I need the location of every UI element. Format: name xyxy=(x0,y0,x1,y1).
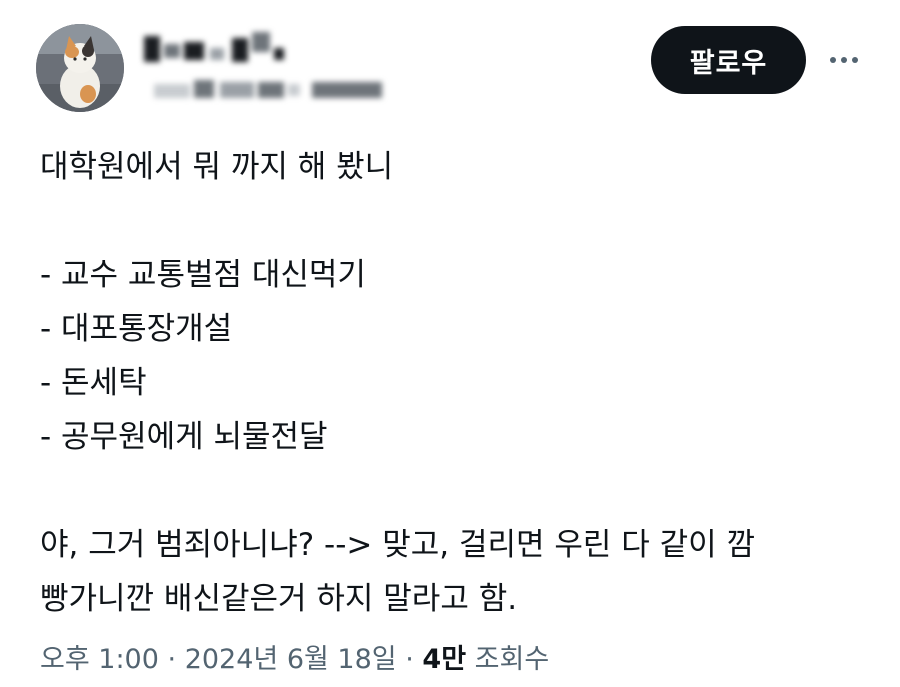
more-horizontal-icon[interactable] xyxy=(822,40,866,80)
meta-separator: · xyxy=(405,644,414,675)
author-handle-redacted xyxy=(140,78,390,100)
avatar[interactable] xyxy=(36,24,124,112)
views-label: 조회수 xyxy=(474,644,550,675)
author-name-redacted xyxy=(140,32,300,64)
follow-button[interactable]: 팔로우 xyxy=(651,26,806,94)
tweet-text: 대학원에서 뭐 까지 해 봤니 - 교수 교통벌점 대신먹기 - 대포통장개설 … xyxy=(40,140,870,626)
more-dot xyxy=(841,57,847,63)
tweet-date: 2024년 6월 18일 xyxy=(184,644,397,675)
tweet-line: 빵가니깐 배신같은거 하지 말라고 함. xyxy=(40,581,518,617)
tweet-line: - 돈세탁 xyxy=(40,365,147,401)
tweet-meta: 오후 1:00 · 2024년 6월 18일 · 4만 조회수 xyxy=(40,640,549,680)
timestamp-link[interactable]: 오후 1:00 · 2024년 6월 18일 xyxy=(40,644,397,675)
views-count: 4만 xyxy=(422,644,467,675)
meta-separator: · xyxy=(167,644,177,675)
more-dot xyxy=(852,57,858,63)
cat-avatar-image xyxy=(36,24,124,112)
author-identity[interactable] xyxy=(140,28,400,108)
tweet-line: 야, 그거 범죄아니냐? --> 맞고, 걸리면 우린 다 같이 깜 xyxy=(40,527,756,563)
tweet-line: - 교수 교통벌점 대신먹기 xyxy=(40,257,366,293)
tweet-line: - 대포통장개설 xyxy=(40,311,233,347)
more-dot xyxy=(830,57,836,63)
tweet-line: - 공무원에게 뇌물전달 xyxy=(40,419,328,455)
tweet-time: 오후 1:00 xyxy=(40,644,159,675)
tweet-card: 팔로우 대학원에서 뭐 까지 해 봤니 - 교수 교통벌점 대신먹기 - 대포통… xyxy=(0,0,900,687)
tweet-line: 대학원에서 뭐 까지 해 봤니 xyxy=(40,149,394,185)
